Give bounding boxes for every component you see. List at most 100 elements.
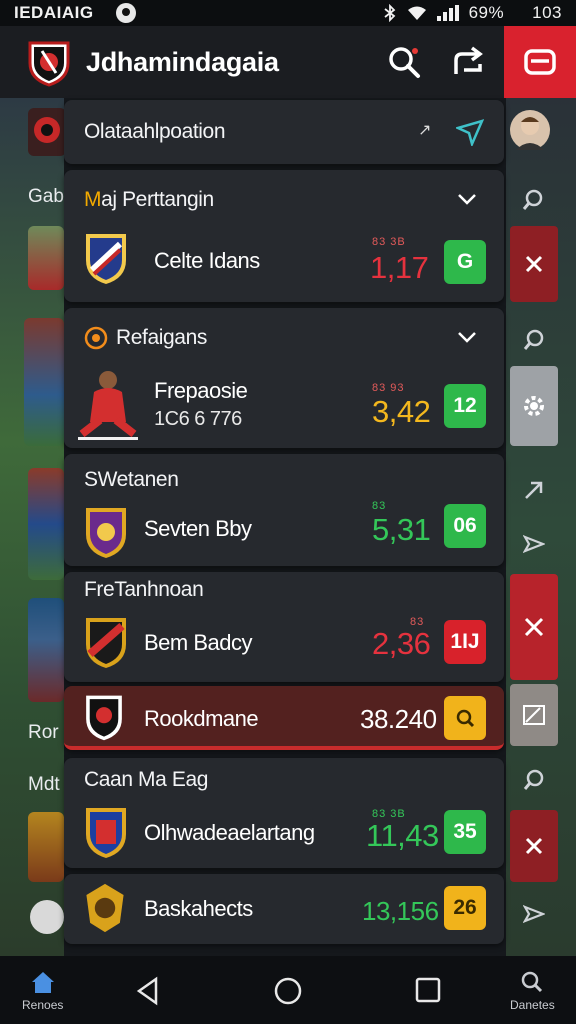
section-title: SWetanen <box>84 468 179 491</box>
send-icon <box>523 535 545 553</box>
player-thumb-3[interactable] <box>28 468 64 580</box>
section-card[interactable]: SWetanen Sevten Bby 83 5,31 06 <box>64 454 504 566</box>
home-icon <box>31 972 54 993</box>
send-icon <box>523 905 545 923</box>
battery-label: 69% <box>468 3 505 22</box>
search-icon <box>456 709 475 728</box>
team-name: Celte Idans <box>154 248 260 273</box>
close-icon <box>525 837 543 855</box>
player-thumb-4[interactable] <box>28 598 64 702</box>
section-card[interactable]: Caan Ma Eag Olhwadeaelartang 83 3B 11,43… <box>64 758 504 868</box>
odds-tag: 83 3B <box>372 236 406 248</box>
back-icon[interactable] <box>134 976 162 1006</box>
team-crest <box>86 695 122 741</box>
side-round-button[interactable] <box>30 900 64 934</box>
side-label-mid: Ror <box>28 722 59 743</box>
share-icon[interactable] <box>450 44 486 80</box>
section-title-rest: aj Perttangin <box>101 188 214 211</box>
team-name: Bem Badcy <box>144 630 253 655</box>
rail-search-button-3[interactable] <box>510 762 558 798</box>
close-icon <box>525 255 543 273</box>
rail-settings-button[interactable] <box>510 366 558 446</box>
odds-value[interactable]: 38.240 <box>360 704 437 735</box>
section-card[interactable]: Maj Perttangin Celte Idans 83 3B 1,17 G <box>64 170 504 302</box>
image-icon <box>523 705 545 725</box>
nav-right-label: Danetes <box>510 998 555 1012</box>
section-title: FreTanhnoan <box>84 578 204 601</box>
app-header: Jdhamindagaia <box>0 26 576 98</box>
player-thumb-1[interactable] <box>28 226 64 290</box>
status-bar: IEDAIAIG 69% 103 <box>0 0 576 26</box>
rail-image-button[interactable] <box>510 684 558 746</box>
section-title: Refaigans <box>116 326 207 349</box>
odds-value[interactable]: 3,42 <box>372 394 431 430</box>
search-icon[interactable] <box>386 44 422 80</box>
odds-value[interactable]: 2,36 <box>372 626 431 662</box>
rail-search-button-2[interactable] <box>510 320 558 360</box>
search-pill[interactable] <box>444 696 486 740</box>
odds-value[interactable]: 13,156 <box>362 896 439 927</box>
rail-close-button-3[interactable] <box>510 810 558 882</box>
odds-tag: 83 93 <box>372 382 405 394</box>
arrow-icon <box>525 481 543 499</box>
highlighted-row[interactable]: Rookdmane 38.240 <box>64 686 504 750</box>
team-name: Frepaosie <box>154 378 248 403</box>
section-title: Caan Ma Eag <box>84 768 209 791</box>
search-icon <box>523 769 544 790</box>
side-label-top: Gab <box>28 186 64 207</box>
menu-button[interactable] <box>504 26 576 98</box>
section-title: Maj Perttangin <box>84 188 214 211</box>
team-crest <box>86 808 126 858</box>
side-crest-thumb[interactable] <box>28 108 66 156</box>
nav-right[interactable]: Danetes <box>510 970 555 1012</box>
location-icon <box>84 326 108 350</box>
rail-arrow-button[interactable] <box>510 472 558 508</box>
wifi-icon <box>407 6 426 20</box>
chevron-down-icon[interactable] <box>456 330 478 344</box>
team-crest <box>86 883 124 933</box>
club-logo[interactable] <box>24 37 74 87</box>
player-thumb-2[interactable] <box>24 318 64 446</box>
rail-close-button-2[interactable] <box>510 574 558 680</box>
home-button-icon[interactable] <box>273 976 303 1006</box>
send-icon[interactable] <box>456 118 484 146</box>
close-icon <box>524 617 544 637</box>
odds-value[interactable]: 5,31 <box>372 512 431 548</box>
carrier-label: IEDAIAIG <box>14 3 94 22</box>
odds-value[interactable]: 11,43 <box>366 818 439 854</box>
search-bar-label: Olataahlpoation <box>84 120 226 143</box>
avatar[interactable] <box>510 110 550 150</box>
odds-tag: 83 <box>372 500 387 512</box>
result-pill[interactable]: 06 <box>444 504 486 548</box>
rail-search-button[interactable] <box>510 180 558 220</box>
status-right: 69% 103 <box>383 3 562 23</box>
team-crest <box>86 508 126 558</box>
search-icon <box>523 329 544 350</box>
bottom-navigation: Renoes Danetes <box>0 956 576 1024</box>
odds-value[interactable]: 1,17 <box>370 250 429 286</box>
menu-icon <box>524 49 556 75</box>
result-pill[interactable]: 35 <box>444 810 486 854</box>
nav-home[interactable]: Renoes <box>22 970 63 1012</box>
notification-icon <box>115 3 136 23</box>
result-pill[interactable]: G <box>444 240 486 284</box>
rail-send-button-2[interactable] <box>510 896 558 932</box>
search-bar-badge: ↗ <box>418 122 432 139</box>
search-icon <box>522 971 543 993</box>
rail-send-button[interactable] <box>510 526 558 562</box>
search-icon <box>522 189 543 210</box>
section-card[interactable]: Refaigans Frepaosie 1C6 6 776 83 93 3,42… <box>64 308 504 448</box>
result-pill[interactable]: 26 <box>444 886 486 930</box>
section-card[interactable]: FreTanhnoan Bem Badcy 83 2,36 1IJ <box>64 572 504 682</box>
section-card[interactable]: Baskahects 13,156 26 <box>64 874 504 944</box>
team-crest <box>86 618 126 668</box>
chevron-down-icon[interactable] <box>456 192 478 206</box>
search-bar[interactable]: Olataahlpoation ↗ <box>64 100 504 164</box>
player-image <box>78 371 138 440</box>
result-pill[interactable]: 1IJ <box>444 620 486 664</box>
trophy-thumb[interactable] <box>28 812 64 882</box>
result-pill[interactable]: 12 <box>444 384 486 428</box>
team-sub: 1C6 6 776 <box>154 408 242 430</box>
recents-icon[interactable] <box>414 976 442 1004</box>
rail-close-button-1[interactable] <box>510 226 558 302</box>
